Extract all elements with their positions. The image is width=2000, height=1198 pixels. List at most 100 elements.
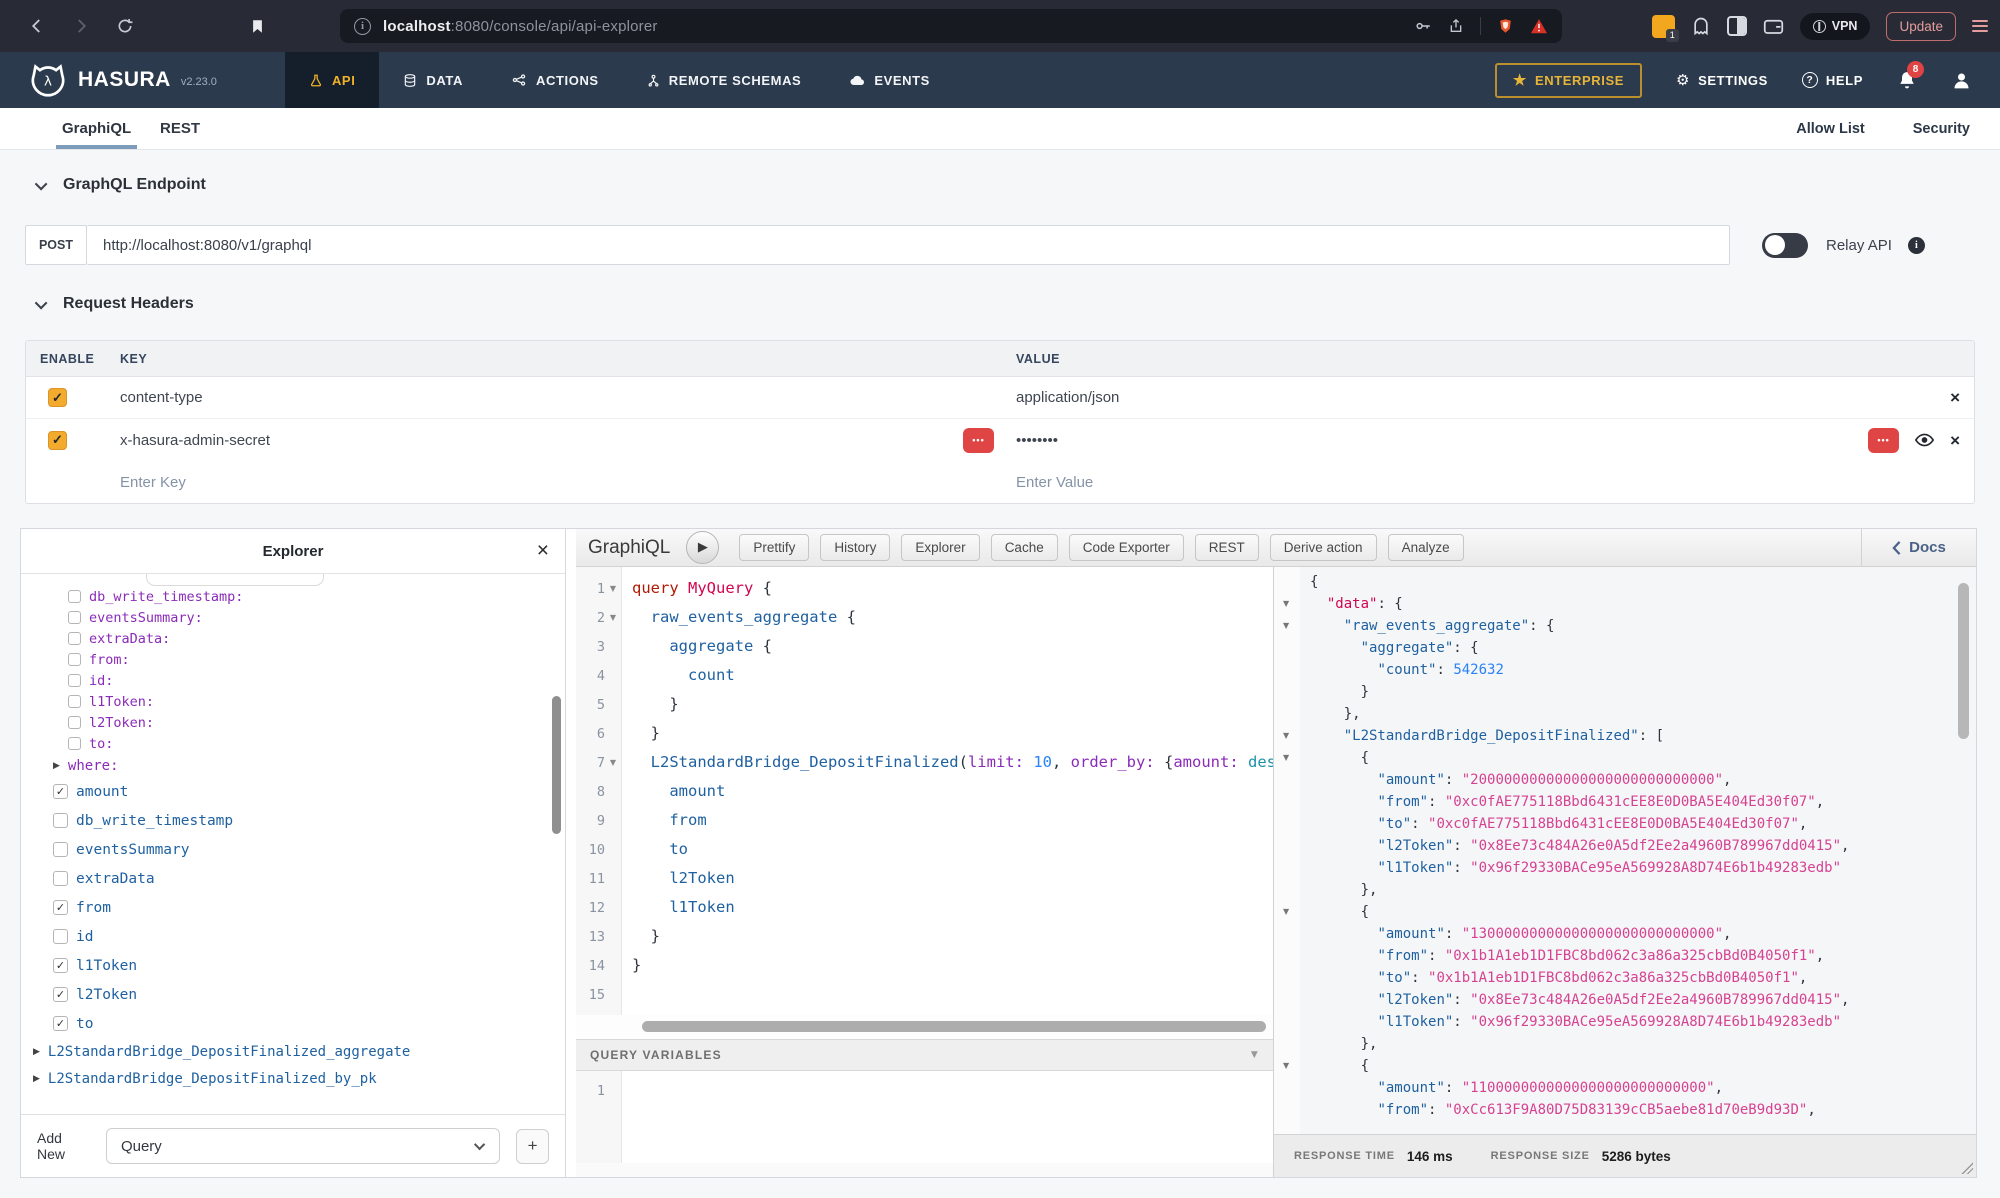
fold-icon[interactable]: ▼: [1283, 747, 1289, 769]
account-button[interactable]: [1951, 70, 1972, 91]
explorer-scrollbar[interactable]: [552, 696, 561, 834]
help-button[interactable]: ? HELP: [1802, 72, 1863, 88]
allow-list-link[interactable]: Allow List: [1796, 121, 1864, 137]
query-variables-editor[interactable]: 1: [576, 1071, 1273, 1163]
explorer-field-item[interactable]: eventsSummary: [21, 835, 565, 864]
nav-tab-events[interactable]: EVENTS: [825, 52, 954, 108]
key-icon[interactable]: [1414, 17, 1432, 35]
header-enable-checkbox[interactable]: ✓: [48, 388, 67, 407]
reload-icon[interactable]: [116, 17, 134, 35]
explorer-field-item[interactable]: id: [21, 922, 565, 951]
checkbox[interactable]: [68, 737, 81, 750]
checkbox[interactable]: [53, 842, 68, 857]
add-new-select[interactable]: Query: [106, 1128, 500, 1164]
toolbar-button-explorer[interactable]: Explorer: [901, 534, 979, 561]
graphql-endpoint-section-header[interactable]: GraphQL Endpoint: [38, 176, 206, 194]
relay-api-toggle[interactable]: [1762, 233, 1808, 258]
secret-badge-icon[interactable]: •••: [963, 428, 994, 453]
eye-icon[interactable]: [1915, 433, 1934, 447]
query-variables-bar[interactable]: QUERY VARIABLES ▼: [576, 1039, 1273, 1071]
toolbar-button-analyze[interactable]: Analyze: [1388, 534, 1464, 561]
contrast-icon[interactable]: [1727, 16, 1747, 36]
explorer-root-item[interactable]: ▶L2StandardBridge_DepositFinalized_aggre…: [21, 1038, 565, 1065]
checkbox[interactable]: [53, 813, 68, 828]
explorer-arg-item[interactable]: extraData:: [21, 628, 565, 649]
fold-icon[interactable]: ▼: [1283, 593, 1289, 615]
explorer-arg-item[interactable]: id:: [21, 670, 565, 691]
toolbar-button-rest[interactable]: REST: [1195, 534, 1259, 561]
forward-icon[interactable]: [72, 17, 90, 35]
checkbox[interactable]: [68, 590, 81, 603]
docs-button[interactable]: Docs: [1861, 529, 1976, 566]
explorer-arg-item[interactable]: eventsSummary:: [21, 607, 565, 628]
explorer-field-item[interactable]: db_write_timestamp: [21, 806, 565, 835]
ghost-extension-icon[interactable]: [1691, 16, 1711, 36]
expand-icon[interactable]: ▶: [33, 1047, 40, 1057]
explorer-arg-item[interactable]: l1Token:: [21, 691, 565, 712]
expand-icon[interactable]: ▶: [53, 761, 60, 771]
enterprise-button[interactable]: ★ ENTERPRISE: [1495, 63, 1642, 98]
remove-header-icon[interactable]: ×: [1950, 389, 1960, 406]
explorer-arg-item[interactable]: from:: [21, 649, 565, 670]
checkbox[interactable]: [68, 632, 81, 645]
query-code[interactable]: query MyQuery { raw_events_aggregate { a…: [622, 567, 1273, 1015]
toolbar-button-cache[interactable]: Cache: [991, 534, 1058, 561]
vpn-button[interactable]: VPN: [1800, 13, 1871, 40]
explorer-field-item[interactable]: ✓amount: [21, 777, 565, 806]
site-info-icon[interactable]: i: [354, 18, 371, 35]
fold-icon[interactable]: ▼: [1283, 901, 1289, 923]
close-icon[interactable]: ×: [537, 539, 549, 563]
info-icon[interactable]: i: [1908, 237, 1925, 254]
checkbox[interactable]: [68, 611, 81, 624]
wallet-icon[interactable]: [1763, 17, 1784, 35]
back-icon[interactable]: [28, 17, 46, 35]
checkbox[interactable]: ✓: [53, 1016, 68, 1031]
update-button[interactable]: Update: [1886, 12, 1956, 41]
header-value-input[interactable]: application/json: [1016, 389, 1119, 406]
checkbox[interactable]: [53, 929, 68, 944]
response-scrollbar[interactable]: [1958, 583, 1969, 739]
notifications-button[interactable]: 8: [1897, 70, 1917, 91]
tab-rest[interactable]: REST: [160, 108, 200, 149]
add-query-button[interactable]: +: [516, 1129, 549, 1164]
explorer-where-item[interactable]: ▶where:: [21, 754, 565, 777]
warning-triangle-icon[interactable]: [1530, 18, 1548, 34]
hasura-logo[interactable]: λ HASURA v2.23.0: [30, 63, 217, 97]
bookmark-icon[interactable]: [250, 18, 265, 35]
nav-tab-remote-schemas[interactable]: REMOTE SCHEMAS: [623, 52, 826, 108]
checkbox[interactable]: [68, 716, 81, 729]
header-key-input[interactable]: content-type: [120, 389, 203, 406]
explorer-field-item[interactable]: ✓l1Token: [21, 951, 565, 980]
fold-icon[interactable]: ▼: [1283, 725, 1289, 747]
checkbox[interactable]: ✓: [53, 784, 68, 799]
header-value-input[interactable]: ••••••••: [1016, 432, 1058, 449]
header-enable-checkbox[interactable]: ✓: [48, 431, 67, 450]
toolbar-button-code-exporter[interactable]: Code Exporter: [1069, 534, 1184, 561]
explorer-arg-item[interactable]: db_write_timestamp:: [21, 586, 565, 607]
explorer-root-item[interactable]: ▶L2StandardBridge_DepositFinalized_by_pk: [21, 1065, 565, 1092]
expand-icon[interactable]: ▶: [33, 1074, 40, 1084]
execute-query-button[interactable]: ▶: [686, 531, 719, 564]
checkbox[interactable]: [68, 674, 81, 687]
explorer-field-item[interactable]: ✓from: [21, 893, 565, 922]
nav-tab-data[interactable]: DATA: [379, 52, 487, 108]
checkbox[interactable]: ✓: [53, 958, 68, 973]
share-icon[interactable]: [1448, 17, 1464, 35]
brave-shield-icon[interactable]: [1497, 17, 1514, 35]
value-input[interactable]: Enter Value: [1016, 474, 1093, 491]
remove-header-icon[interactable]: ×: [1950, 432, 1960, 449]
toolbar-button-derive-action[interactable]: Derive action: [1270, 534, 1377, 561]
key-input[interactable]: Enter Key: [120, 474, 186, 491]
endpoint-url-input[interactable]: http://localhost:8080/v1/graphql: [87, 225, 1730, 265]
request-headers-section-header[interactable]: Request Headers: [38, 295, 194, 313]
tab-graphiql[interactable]: GraphiQL: [62, 108, 131, 149]
resize-handle[interactable]: [1960, 1161, 1973, 1174]
url-bar[interactable]: i localhost:8080/console/api/api-explore…: [340, 9, 1562, 43]
explorer-arg-item[interactable]: to:: [21, 733, 565, 754]
explorer-field-item[interactable]: ✓to: [21, 1009, 565, 1038]
query-editor[interactable]: 1▼2▼34567▼89101112131415 query MyQuery {…: [576, 567, 1273, 1015]
toolbar-button-history[interactable]: History: [820, 534, 890, 561]
checkbox[interactable]: [53, 871, 68, 886]
extension-icon[interactable]: 1: [1652, 15, 1675, 38]
editor-hscroll-thumb[interactable]: [642, 1021, 1266, 1032]
